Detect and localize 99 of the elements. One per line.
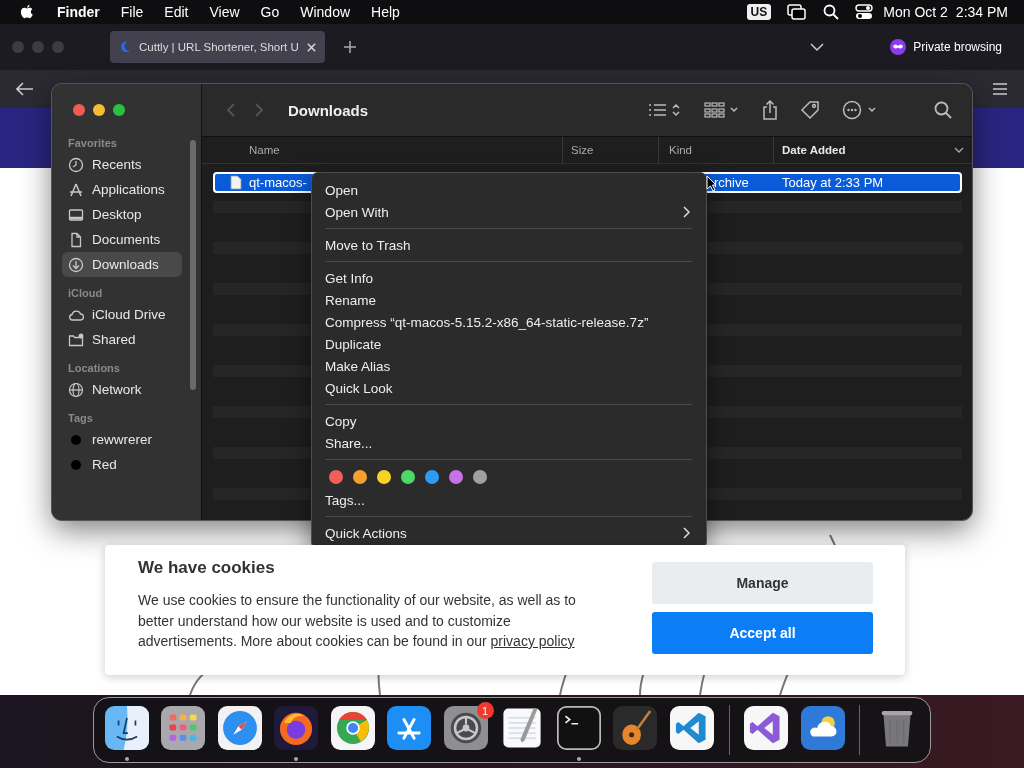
sidebar-item[interactable]: Downloads xyxy=(62,252,182,277)
menu-bar-date[interactable]: Mon Oct 2 xyxy=(883,4,948,20)
document-icon xyxy=(68,231,84,248)
sidebar-item[interactable]: Applications xyxy=(62,177,182,202)
chrome-app-icon[interactable] xyxy=(330,706,375,750)
share-icon[interactable] xyxy=(762,100,778,120)
menu-item[interactable]: View xyxy=(209,4,240,20)
cookie-text: We use cookies to ensure the functionality of our website, as well as to better understand how our website is used and to customize advertisements. More about cookies can be found in our privacy policy xyxy=(138,591,577,651)
tag-color-dot[interactable] xyxy=(353,470,367,484)
menu-item[interactable]: Compress “qt-macos-5.15.2-x86_64-static-release.7z” xyxy=(325,311,692,333)
cookie-title: We have cookies xyxy=(138,558,276,578)
tag-color-dot[interactable] xyxy=(449,470,463,484)
visualstudio-app-icon[interactable] xyxy=(744,706,789,750)
browser-tab[interactable]: Cuttly | URL Shortener, Short U xyxy=(110,31,325,63)
menu-item[interactable]: Copy xyxy=(325,410,692,432)
garageband-app-icon[interactable] xyxy=(613,706,658,750)
search-icon[interactable] xyxy=(934,101,952,119)
menu-item[interactable]: Open xyxy=(325,179,692,201)
menu-item[interactable]: Window xyxy=(300,4,351,20)
tag-color-dot[interactable] xyxy=(425,470,439,484)
settings-app-icon[interactable] xyxy=(443,706,488,750)
traffic-lights-icon[interactable] xyxy=(73,104,127,116)
input-source-badge[interactable]: US xyxy=(746,4,772,20)
file-name: qt-macos- xyxy=(249,174,307,190)
menu-item[interactable]: Edit xyxy=(164,4,189,20)
sidebar-section-title: iCloud xyxy=(67,286,104,301)
document-icon xyxy=(230,174,242,190)
menu-item[interactable]: Share... xyxy=(325,432,692,454)
weather-app-icon[interactable] xyxy=(800,706,845,750)
menu-bar-time[interactable]: 2:34 PM xyxy=(955,4,1008,20)
app-menu[interactable]: Finder xyxy=(57,4,100,20)
vscode-app-icon[interactable] xyxy=(669,706,714,750)
close-icon[interactable] xyxy=(305,41,317,53)
sidebar-item[interactable]: Desktop xyxy=(62,202,182,227)
column-header[interactable]: Date Added xyxy=(782,144,846,156)
menu-item[interactable]: Quick Look xyxy=(325,377,692,399)
tag-color-dot[interactable] xyxy=(329,470,343,484)
download-icon xyxy=(68,256,84,273)
tag-color-dot[interactable] xyxy=(473,470,487,484)
tab-list-chevron-icon[interactable] xyxy=(810,42,825,52)
menu-item[interactable]: Tags... xyxy=(325,489,692,511)
mouse-pointer-icon xyxy=(706,175,717,192)
menu-item[interactable]: Get Info xyxy=(325,267,692,289)
sidebar-section-title: Favorites xyxy=(67,136,118,151)
menu-item[interactable]: File xyxy=(120,4,144,20)
new-tab-icon[interactable] xyxy=(342,40,357,54)
accept-all-button[interactable]: Accept all xyxy=(652,612,873,654)
globe-icon xyxy=(68,381,84,398)
sort-chevron-icon[interactable] xyxy=(954,147,964,153)
manage-button[interactable]: Manage xyxy=(652,562,873,604)
sidebar-item[interactable]: Recents xyxy=(62,152,182,177)
file-date: Today at 2:33 PM xyxy=(782,174,884,190)
tag-icon[interactable] xyxy=(800,100,820,120)
sidebar-item[interactable]: iCloud Drive xyxy=(62,302,182,327)
sidebar-item[interactable]: Network xyxy=(62,377,182,402)
tag-color-dot[interactable] xyxy=(401,470,415,484)
grid-view-icon[interactable] xyxy=(704,102,740,118)
column-header[interactable]: Size xyxy=(571,144,594,156)
safari-app-icon[interactable] xyxy=(217,706,262,750)
menu-icon[interactable] xyxy=(992,83,1008,95)
tag-color-dot[interactable] xyxy=(377,470,391,484)
menu-item[interactable]: Duplicate xyxy=(325,333,692,355)
firefox-app-icon[interactable] xyxy=(274,706,319,750)
sidebar-item[interactable]: Documents xyxy=(62,227,182,252)
more-icon[interactable] xyxy=(842,100,876,120)
sidebar-item[interactable]: rewwrerer xyxy=(62,427,182,452)
menu-item[interactable]: Move to Trash xyxy=(325,234,692,256)
launchpad-app-icon[interactable] xyxy=(161,706,206,750)
menu-item[interactable]: Quick Actions xyxy=(325,522,692,544)
menu-item[interactable]: Make Alias xyxy=(325,355,692,377)
finder-app-icon[interactable] xyxy=(104,706,149,750)
appstore-app-icon[interactable] xyxy=(387,706,432,750)
sidebar-scrollbar[interactable] xyxy=(190,140,196,390)
crescent-icon xyxy=(118,40,132,54)
apps-icon xyxy=(68,181,84,198)
privacy-policy-link[interactable]: privacy policy xyxy=(490,633,575,649)
sidebar-section-title: Tags xyxy=(67,411,94,426)
clock-icon xyxy=(68,156,84,173)
menu-item[interactable]: Go xyxy=(260,4,280,20)
column-header[interactable]: Kind xyxy=(669,144,693,156)
menu-item[interactable]: Rename xyxy=(325,289,692,311)
sidebar-item[interactable]: Shared xyxy=(62,327,182,352)
private-browsing-label: Private browsing xyxy=(913,40,1002,54)
apple-icon[interactable] xyxy=(20,4,34,20)
list-view-icon[interactable] xyxy=(648,102,682,118)
screen-mirroring-icon[interactable] xyxy=(787,4,808,20)
window-title: Downloads xyxy=(288,101,368,119)
menu-item[interactable]: Open With xyxy=(325,201,692,223)
file-kind: rchive xyxy=(714,174,749,190)
sidebar-item[interactable]: Red xyxy=(62,452,182,477)
control-center-icon[interactable] xyxy=(855,4,874,20)
private-browsing-icon xyxy=(890,39,907,55)
column-header[interactable]: Name xyxy=(249,144,280,156)
terminal-app-icon[interactable] xyxy=(556,706,601,750)
desktop-icon xyxy=(68,206,84,223)
sidebar-section-title: Locations xyxy=(67,361,121,376)
menu-item[interactable]: Help xyxy=(371,4,400,20)
shared-folder-icon xyxy=(68,331,84,348)
search-icon[interactable] xyxy=(823,4,840,20)
